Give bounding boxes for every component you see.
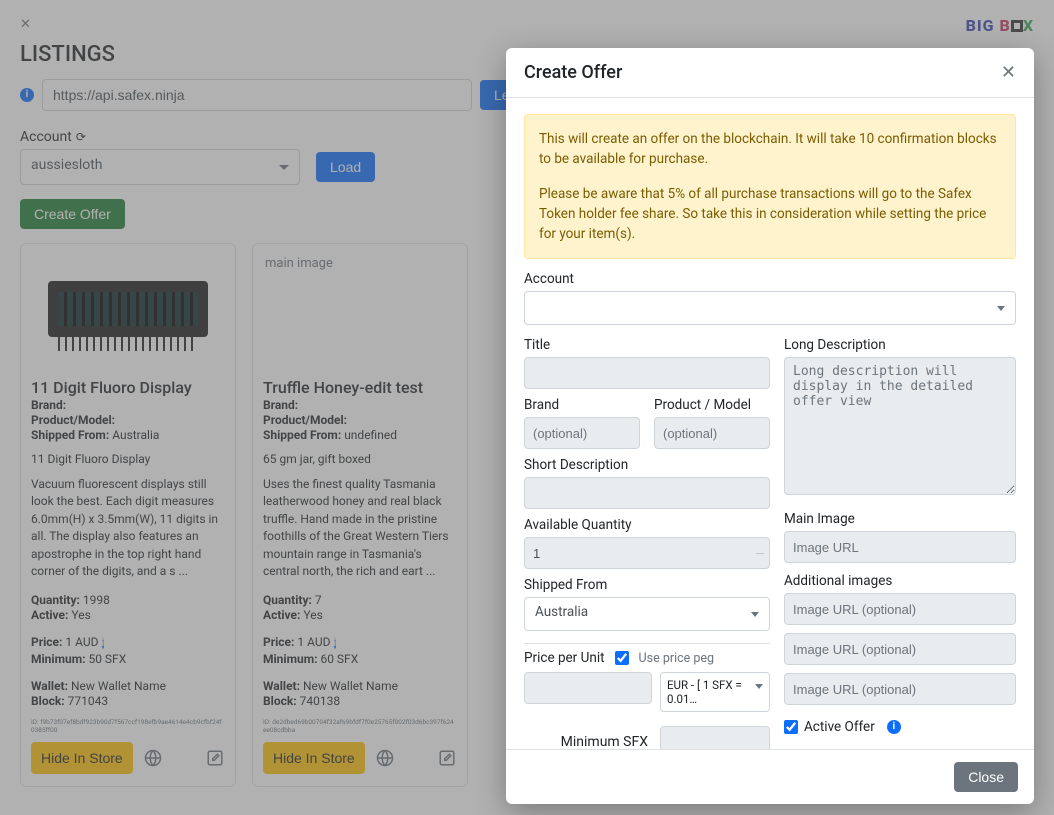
- active-offer-label: Active Offer: [804, 719, 875, 735]
- min-sfx-label: Minimum SFX: [561, 734, 648, 749]
- price-peg-select[interactable]: EUR - [ 1 SFX = 0.01…: [660, 672, 770, 712]
- account-label: Account: [524, 271, 1016, 287]
- main-image-input[interactable]: [784, 531, 1016, 563]
- main-image-label: Main Image: [784, 511, 1016, 527]
- info-icon: i: [887, 720, 901, 734]
- price-input[interactable]: [524, 672, 652, 704]
- brand-label: Brand: [524, 397, 640, 413]
- min-sfx-input[interactable]: [660, 726, 770, 749]
- model-label: Product / Model: [654, 397, 770, 413]
- ppu-label: Price per Unit: [524, 650, 605, 666]
- addl-image-input[interactable]: [784, 673, 1016, 705]
- modal-close-icon[interactable]: ✕: [1001, 62, 1016, 83]
- active-offer-checkbox[interactable]: [784, 720, 798, 734]
- shipped-from-select[interactable]: Australia: [524, 597, 770, 631]
- short-desc-input[interactable]: [524, 477, 770, 509]
- use-price-peg-label: Use price peg: [639, 651, 715, 666]
- addl-images-label: Additional images: [784, 573, 1016, 589]
- addl-image-input[interactable]: [784, 633, 1016, 665]
- title-input[interactable]: [524, 357, 770, 389]
- addl-image-input[interactable]: [784, 593, 1016, 625]
- modal-title: Create Offer: [524, 62, 622, 83]
- account-select[interactable]: [524, 291, 1016, 325]
- brand-input[interactable]: [524, 417, 640, 449]
- long-desc-input[interactable]: [784, 357, 1016, 495]
- model-input[interactable]: [654, 417, 770, 449]
- quantity-input[interactable]: [524, 537, 770, 569]
- use-price-peg-checkbox[interactable]: [615, 651, 629, 665]
- create-offer-modal: Create Offer ✕ This will create an offer…: [506, 48, 1034, 804]
- short-desc-label: Short Description: [524, 457, 770, 473]
- long-desc-label: Long Description: [784, 337, 1016, 353]
- title-label: Title: [524, 337, 770, 353]
- shipped-from-label: Shipped From: [524, 577, 770, 593]
- close-button[interactable]: Close: [954, 762, 1018, 792]
- modal-alert: This will create an offer on the blockch…: [524, 114, 1016, 259]
- qty-label: Available Quantity: [524, 517, 770, 533]
